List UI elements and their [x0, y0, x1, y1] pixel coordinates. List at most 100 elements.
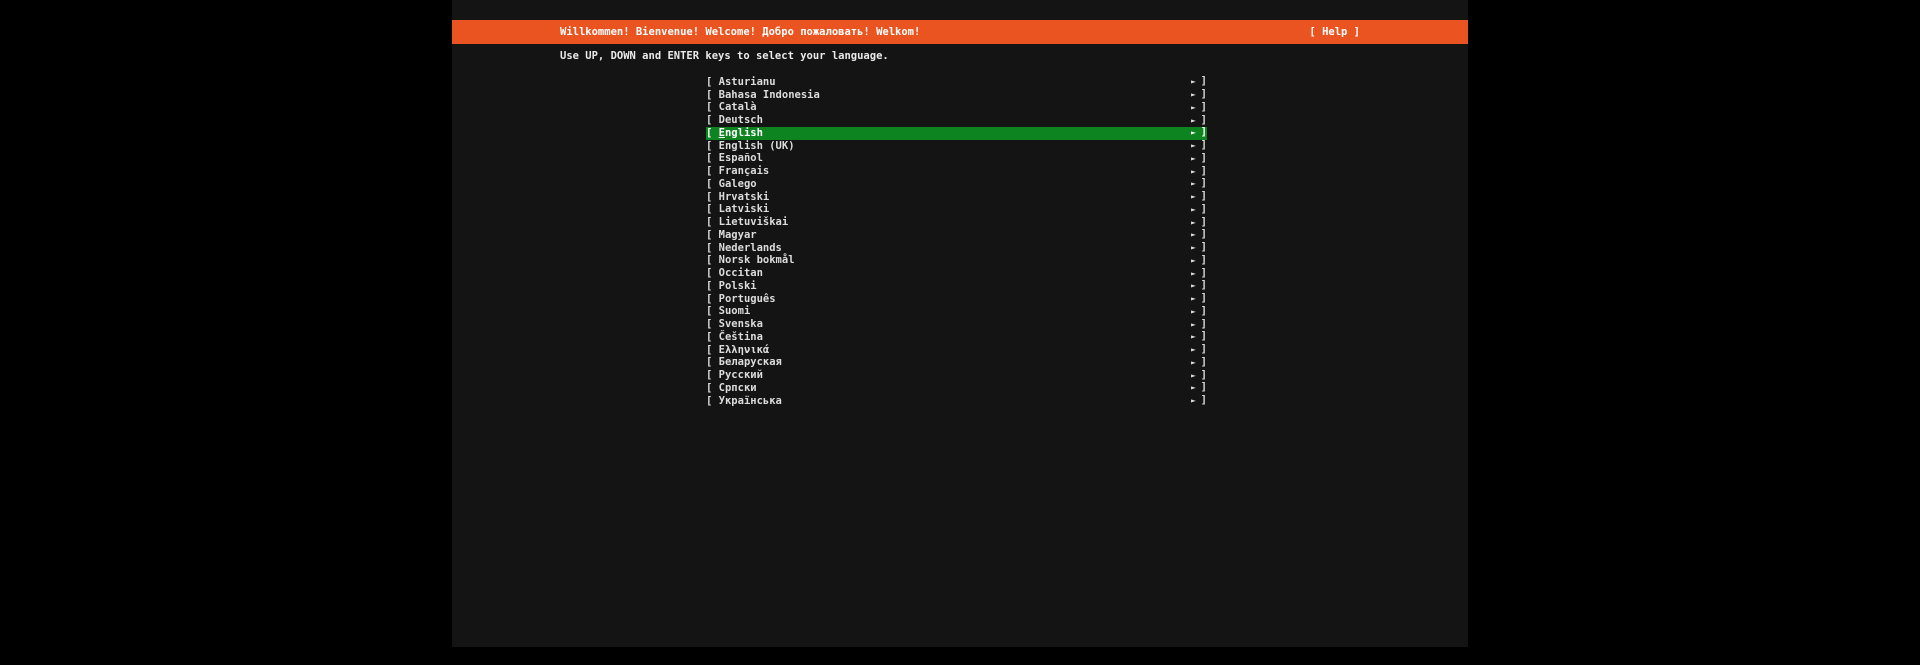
language-option-label: Українська	[719, 395, 782, 408]
bracket-open: [	[706, 254, 719, 267]
bracket-open: [	[706, 165, 719, 178]
bracket-close: ]	[1201, 165, 1207, 177]
language-option[interactable]: [ Čeština ► ]	[706, 331, 1207, 344]
bracket-close: ]	[1201, 279, 1207, 291]
language-option[interactable]: [ Asturianu ► ]	[706, 76, 1207, 89]
language-option[interactable]: [ Galego ► ]	[706, 178, 1207, 191]
submenu-arrow-icon: ►	[1191, 116, 1201, 125]
language-option-label: Français	[719, 165, 770, 178]
bracket-close: ]	[1201, 343, 1207, 355]
bracket-close: ]	[1201, 241, 1207, 253]
language-option-label: English	[719, 127, 763, 140]
language-option[interactable]: [ Magyar ► ]	[706, 229, 1207, 242]
language-option-label: Русский	[719, 369, 763, 382]
submenu-arrow-icon: ►	[1191, 205, 1201, 214]
bracket-open: [	[706, 191, 719, 204]
bracket-open: [	[706, 305, 719, 318]
language-option-label: Occitan	[719, 267, 763, 280]
language-option[interactable]: [ Svenska ► ]	[706, 318, 1207, 331]
language-option-label: Galego	[719, 178, 757, 191]
submenu-arrow-icon: ►	[1191, 77, 1201, 86]
bracket-open: [	[706, 140, 719, 153]
language-option[interactable]: [ Српски ► ]	[706, 382, 1207, 395]
language-option[interactable]: [ Català ► ]	[706, 102, 1207, 115]
bracket-close: ]	[1201, 228, 1207, 240]
bracket-open: [	[706, 293, 719, 306]
submenu-arrow-icon: ►	[1191, 179, 1201, 188]
bracket-open: [	[706, 280, 719, 293]
language-option[interactable]: [ Bahasa Indonesia ► ]	[706, 89, 1207, 102]
language-option-label: Nederlands	[719, 242, 782, 255]
submenu-arrow-icon: ►	[1191, 371, 1201, 380]
bracket-close: ]	[1201, 330, 1207, 342]
bracket-close: ]	[1201, 114, 1207, 126]
bracket-open: [	[706, 203, 719, 216]
bracket-close: ]	[1201, 369, 1207, 381]
language-option-label: Polski	[719, 280, 757, 293]
language-option[interactable]: [ Русский ► ]	[706, 369, 1207, 382]
submenu-arrow-icon: ►	[1191, 358, 1201, 367]
screen-background: Willkommen! Bienvenue! Welcome! Добро по…	[0, 0, 1920, 665]
bracket-open: [	[706, 356, 719, 369]
welcome-title: Willkommen! Bienvenue! Welcome! Добро по…	[560, 26, 920, 38]
language-option[interactable]: [ Polski ► ]	[706, 280, 1207, 293]
language-option[interactable]: [ Français ► ]	[706, 165, 1207, 178]
bracket-open: [	[706, 89, 719, 102]
language-option[interactable]: [ English ► ]	[706, 127, 1207, 140]
submenu-arrow-icon: ►	[1191, 396, 1201, 405]
help-button[interactable]: [ Help ]	[1309, 26, 1360, 38]
language-option[interactable]: [ Latviski ► ]	[706, 204, 1207, 217]
bracket-close: ]	[1201, 101, 1207, 113]
submenu-arrow-icon: ►	[1191, 269, 1201, 278]
submenu-arrow-icon: ►	[1191, 141, 1201, 150]
bracket-close: ]	[1201, 216, 1207, 228]
language-option[interactable]: [ Hrvatski ► ]	[706, 191, 1207, 204]
language-option-label: Беларуская	[719, 356, 782, 369]
bracket-open: [	[706, 178, 719, 191]
language-option[interactable]: [ Occitan ► ]	[706, 267, 1207, 280]
language-option[interactable]: [ Беларуская ► ]	[706, 357, 1207, 370]
bracket-open: [	[706, 127, 719, 140]
option-right: ► ]	[1191, 394, 1207, 408]
bracket-close: ]	[1201, 356, 1207, 368]
language-option[interactable]: [ Lietuviškai ► ]	[706, 216, 1207, 229]
bracket-close: ]	[1201, 126, 1207, 138]
submenu-arrow-icon: ►	[1191, 230, 1201, 239]
language-option[interactable]: [ Português ► ]	[706, 293, 1207, 306]
submenu-arrow-icon: ►	[1191, 192, 1201, 201]
language-option[interactable]: [ Ελληνικά ► ]	[706, 344, 1207, 357]
language-option-label: Català	[719, 101, 757, 114]
bracket-open: [	[706, 216, 719, 229]
bracket-close: ]	[1201, 292, 1207, 304]
bracket-close: ]	[1201, 190, 1207, 202]
language-list: [ Asturianu ► ] [ Bahasa Indonesia ► ] […	[706, 76, 1207, 408]
submenu-arrow-icon: ►	[1191, 307, 1201, 316]
language-option[interactable]: [ Nederlands ► ]	[706, 242, 1207, 255]
submenu-arrow-icon: ►	[1191, 345, 1201, 354]
submenu-arrow-icon: ►	[1191, 243, 1201, 252]
language-option[interactable]: [ English (UK) ► ]	[706, 140, 1207, 153]
language-option[interactable]: [ Español ► ]	[706, 153, 1207, 166]
language-option-label: Deutsch	[719, 114, 763, 127]
language-option-label: Ελληνικά	[719, 344, 770, 357]
language-option-label: Српски	[719, 382, 757, 395]
submenu-arrow-icon: ►	[1191, 383, 1201, 392]
bracket-open: [	[706, 344, 719, 357]
language-option[interactable]: [ Norsk bokmål ► ]	[706, 255, 1207, 268]
bracket-open: [	[706, 331, 719, 344]
bracket-open: [	[706, 382, 719, 395]
bracket-open: [	[706, 101, 719, 114]
language-option[interactable]: [ Suomi ► ]	[706, 306, 1207, 319]
bracket-open: [	[706, 318, 719, 331]
language-option[interactable]: [ Deutsch ► ]	[706, 114, 1207, 127]
bracket-open: [	[706, 229, 719, 242]
submenu-arrow-icon: ►	[1191, 294, 1201, 303]
language-option-label: Hrvatski	[719, 191, 770, 204]
submenu-arrow-icon: ►	[1191, 103, 1201, 112]
language-option[interactable]: [ Українська ► ]	[706, 395, 1207, 408]
submenu-arrow-icon: ►	[1191, 256, 1201, 265]
bracket-close: ]	[1201, 394, 1207, 406]
language-option-label: Asturianu	[719, 76, 776, 89]
installer-terminal: Willkommen! Bienvenue! Welcome! Добро по…	[452, 0, 1468, 647]
submenu-arrow-icon: ►	[1191, 167, 1201, 176]
